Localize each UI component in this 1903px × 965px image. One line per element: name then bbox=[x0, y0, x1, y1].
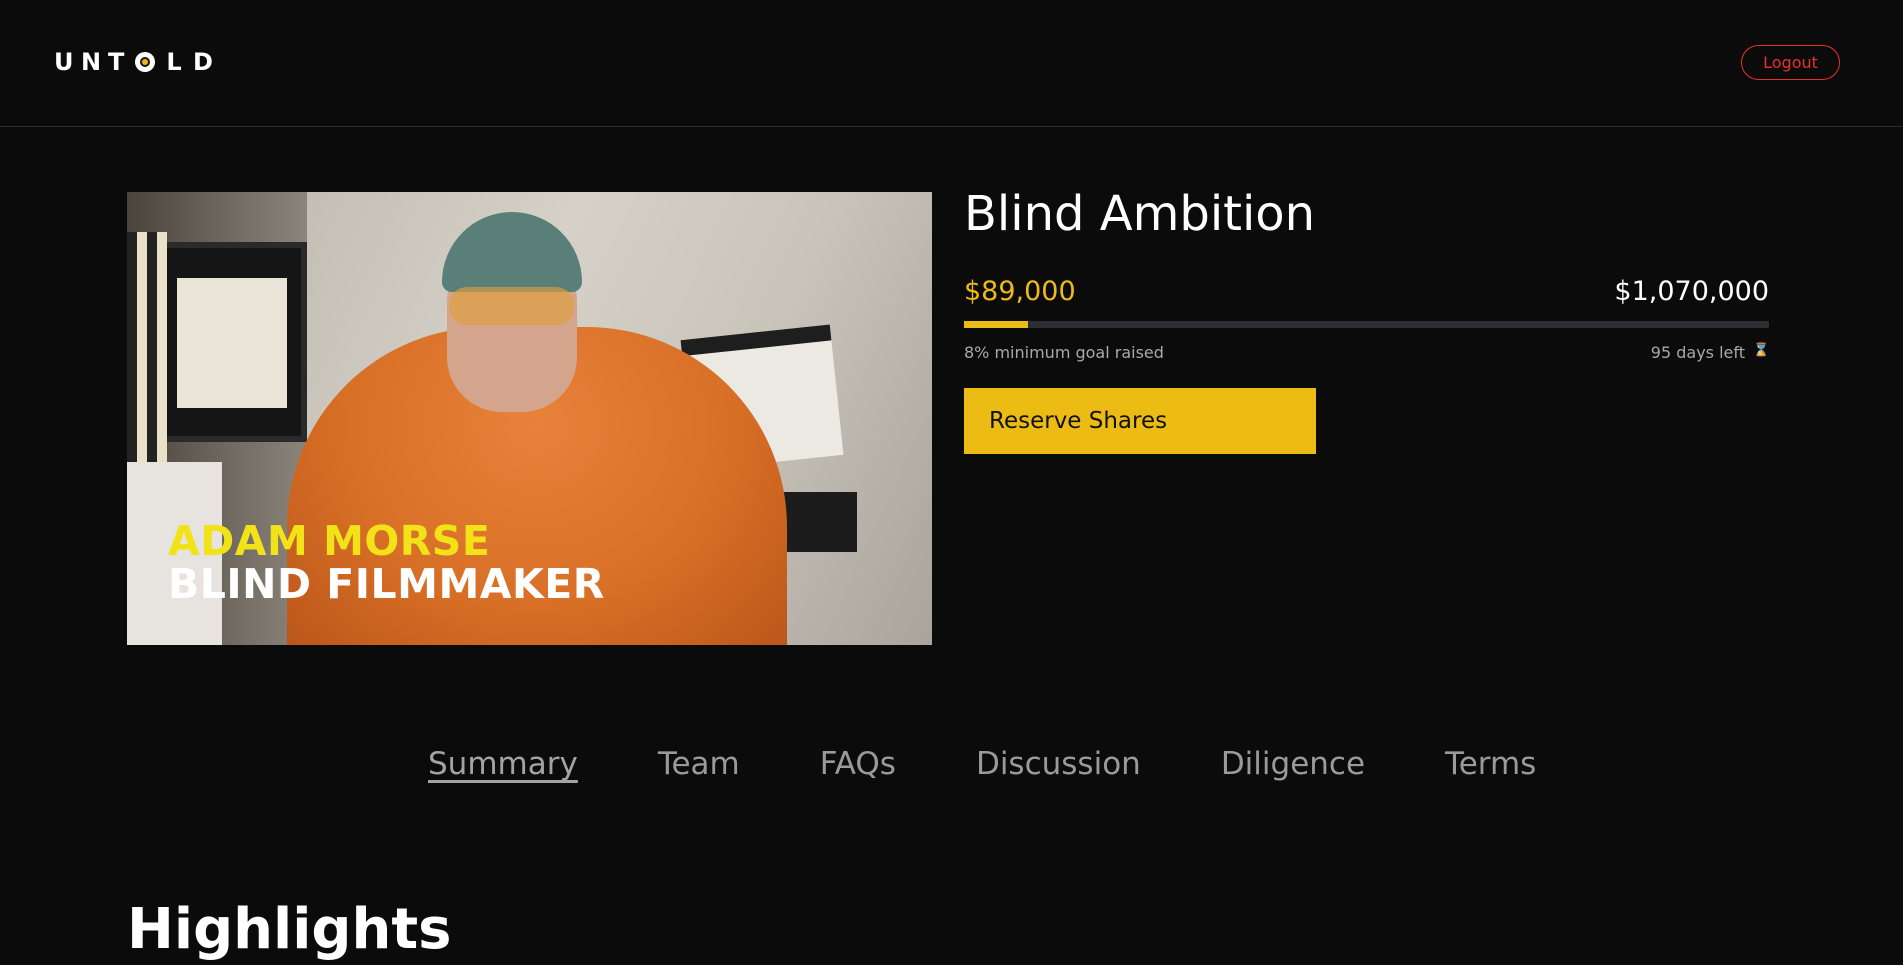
eye-icon bbox=[135, 52, 155, 72]
video-person-beanie bbox=[442, 212, 582, 292]
reserve-shares-button[interactable]: Reserve Shares bbox=[964, 388, 1316, 454]
progress-label: 8% minimum goal raised bbox=[964, 343, 1164, 362]
site-header: U N T L D Logout bbox=[0, 0, 1903, 127]
tab-discussion[interactable]: Discussion bbox=[976, 742, 1141, 786]
days-left: 95 days left bbox=[1650, 343, 1745, 362]
video-wall-frame bbox=[157, 242, 307, 442]
funding-progress-fill bbox=[964, 321, 1029, 328]
hourglass-icon: ⌛ bbox=[1753, 343, 1770, 358]
campaign-title: Blind Ambition bbox=[964, 186, 1316, 242]
tab-faqs[interactable]: FAQs bbox=[820, 742, 896, 786]
logo-letter: T bbox=[108, 48, 125, 76]
logo-letter: U bbox=[54, 48, 74, 76]
logo-letter: L bbox=[166, 48, 182, 76]
tab-terms[interactable]: Terms bbox=[1445, 742, 1536, 786]
logo-letter: N bbox=[81, 48, 102, 76]
tab-team[interactable]: Team bbox=[658, 742, 740, 786]
highlights-heading: Highlights bbox=[127, 897, 452, 962]
video-person-glasses bbox=[449, 287, 574, 325]
funding-progress-bar bbox=[964, 321, 1769, 328]
untold-logo[interactable]: U N T L D bbox=[54, 48, 213, 76]
logout-button[interactable]: Logout bbox=[1741, 45, 1840, 80]
funding-goal: $1,070,000 bbox=[1614, 276, 1769, 307]
campaign-video[interactable]: ADAM MORSE BLIND FILMMAKER bbox=[127, 192, 932, 645]
campaign-tabs: Summary Team FAQs Discussion Diligence T… bbox=[428, 742, 1536, 786]
tab-summary[interactable]: Summary bbox=[428, 742, 578, 786]
logo-letter: D bbox=[193, 48, 213, 76]
amount-raised: $89,000 bbox=[964, 276, 1076, 307]
video-caption-name: ADAM MORSE bbox=[168, 517, 491, 565]
video-caption-role: BLIND FILMMAKER bbox=[168, 560, 605, 608]
tab-diligence[interactable]: Diligence bbox=[1221, 742, 1365, 786]
